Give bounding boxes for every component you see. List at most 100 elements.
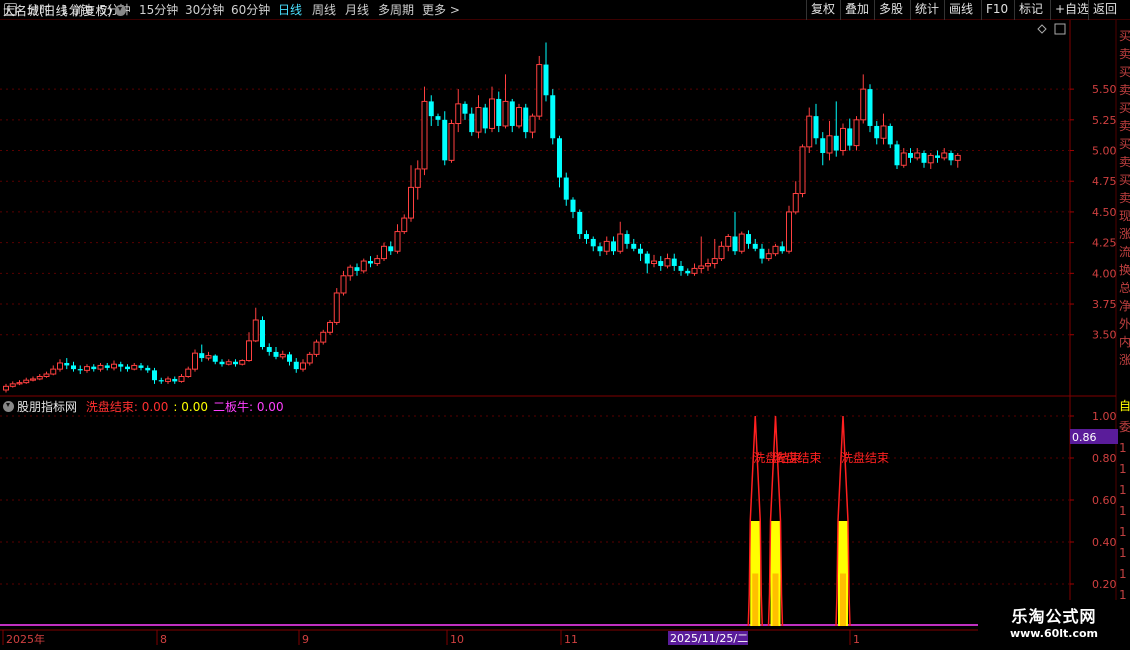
candle-body-down xyxy=(199,353,205,359)
candle-body-up xyxy=(806,115,813,148)
candle-body-up xyxy=(651,260,657,265)
indicator-tick-label: 0.80 xyxy=(1092,452,1117,465)
candle-body-up xyxy=(853,119,860,147)
candle-body-down xyxy=(867,89,873,126)
candle-body-up xyxy=(30,378,36,381)
candle-body-up xyxy=(252,319,259,342)
date-label: 8 xyxy=(160,633,167,646)
candle-body-up xyxy=(705,263,711,267)
candle-body-up xyxy=(799,146,806,195)
candle-body-up xyxy=(360,260,367,272)
candle-body-down xyxy=(685,270,691,274)
signal-label: 洗盘结束 xyxy=(774,450,822,465)
candle-body-up xyxy=(43,373,50,377)
candle-body-down xyxy=(584,234,589,239)
date-label: 9 xyxy=(302,633,309,646)
candle-body-down xyxy=(874,125,880,139)
candle-body-up xyxy=(711,258,718,265)
candle-body-down xyxy=(138,365,144,368)
candle-body-down xyxy=(732,236,738,252)
candle-body-up xyxy=(36,375,43,380)
candle-body-down xyxy=(91,366,97,370)
side-panel-char: 1 xyxy=(1119,546,1127,560)
price-tick-label: 5.00 xyxy=(1092,145,1117,158)
candle-body-up xyxy=(617,233,624,252)
side-panel-char: 买 xyxy=(1119,137,1130,151)
candle-body-down xyxy=(894,144,900,166)
stock-chart[interactable]: 5.50 5.25 5.00 4.75 4.50 4.25 4.00 3.75 3.50 1.00… xyxy=(0,0,1130,650)
candle-body-up xyxy=(698,265,705,269)
signal-bar-inner xyxy=(752,573,759,626)
candle-body-down xyxy=(293,361,299,370)
candle-body-down xyxy=(368,261,373,264)
candle-body-down xyxy=(523,107,529,133)
candle-body-down xyxy=(482,107,488,129)
candle-body-up xyxy=(954,154,961,161)
candle-body-down xyxy=(125,366,130,370)
candle-body-up xyxy=(691,267,698,274)
candle-body-up xyxy=(23,379,30,384)
candle-body-down xyxy=(759,248,765,259)
candle-body-down xyxy=(71,365,76,370)
side-panel-char: 总 xyxy=(1119,281,1130,295)
price-tick-label: 5.50 xyxy=(1092,83,1117,96)
candle-body-down xyxy=(631,243,637,249)
candle-body-up xyxy=(421,100,428,170)
candle-body-up xyxy=(205,355,212,359)
side-panel-char: 委 xyxy=(1119,420,1130,434)
candle-body-up xyxy=(225,361,232,365)
candle-body-down xyxy=(354,267,360,271)
cursor-date: 2025/11/25/二 xyxy=(670,632,748,645)
candle-body-down xyxy=(658,261,664,266)
side-panel-char: 1 xyxy=(1119,483,1127,497)
candle-body-up xyxy=(313,341,320,355)
candle-body-up xyxy=(3,385,9,391)
candle-body-down xyxy=(77,369,83,371)
candle-body-down xyxy=(678,265,684,271)
candle-body-up xyxy=(381,245,387,260)
candle-body-up xyxy=(401,217,408,233)
candle-body-up xyxy=(718,245,725,260)
candle-body-up xyxy=(603,240,610,252)
candle-body-up xyxy=(84,366,90,371)
side-panel-char: 1 xyxy=(1119,441,1127,455)
candle-body-down xyxy=(172,378,178,382)
candle-body-up xyxy=(900,152,907,166)
candle-body-down xyxy=(496,98,502,126)
candle-body-down xyxy=(887,125,893,145)
side-panel-char: 1 xyxy=(1119,567,1127,581)
candle-body-down xyxy=(287,354,292,362)
candle-body-up xyxy=(333,292,340,323)
candle-body-down xyxy=(557,138,562,178)
candle-body-down xyxy=(152,370,157,381)
candle-body-down xyxy=(212,355,218,362)
candle-body-down xyxy=(273,351,279,357)
candle-body-up xyxy=(246,340,252,362)
candle-body-up xyxy=(765,253,772,260)
signal-bar-inner xyxy=(772,573,779,626)
candle-body-up xyxy=(394,231,401,252)
watermark-url: www.60lt.com xyxy=(1009,627,1099,640)
candle-body-down xyxy=(833,135,839,151)
candle-body-down xyxy=(577,211,583,235)
side-panel-char: 涨 xyxy=(1119,352,1130,367)
candle-body-up xyxy=(448,123,455,161)
candle-body-up xyxy=(826,135,833,154)
side-panel-char: 涨 xyxy=(1119,226,1130,241)
diamond-icon xyxy=(1037,24,1047,34)
panel-toggle-icon xyxy=(1054,23,1066,35)
candle-body-up xyxy=(185,368,192,377)
candle-body-up xyxy=(536,64,543,117)
indicator-tick-label: 0.20 xyxy=(1092,578,1117,591)
candle-body-up xyxy=(340,275,347,294)
side-panel-char: 卖 xyxy=(1119,83,1130,97)
candle-body-up xyxy=(347,266,354,277)
candle-body-up xyxy=(111,363,117,369)
candle-body-up xyxy=(914,152,921,159)
price-tick-label: 4.00 xyxy=(1092,267,1117,280)
candle-body-down xyxy=(442,119,448,161)
watermark: 乐淘公式网 www.60lt.com xyxy=(978,600,1130,650)
side-panel-char: 内 xyxy=(1119,335,1130,349)
side-panel-char: 外 xyxy=(1119,317,1130,331)
candle-body-up xyxy=(792,193,799,213)
